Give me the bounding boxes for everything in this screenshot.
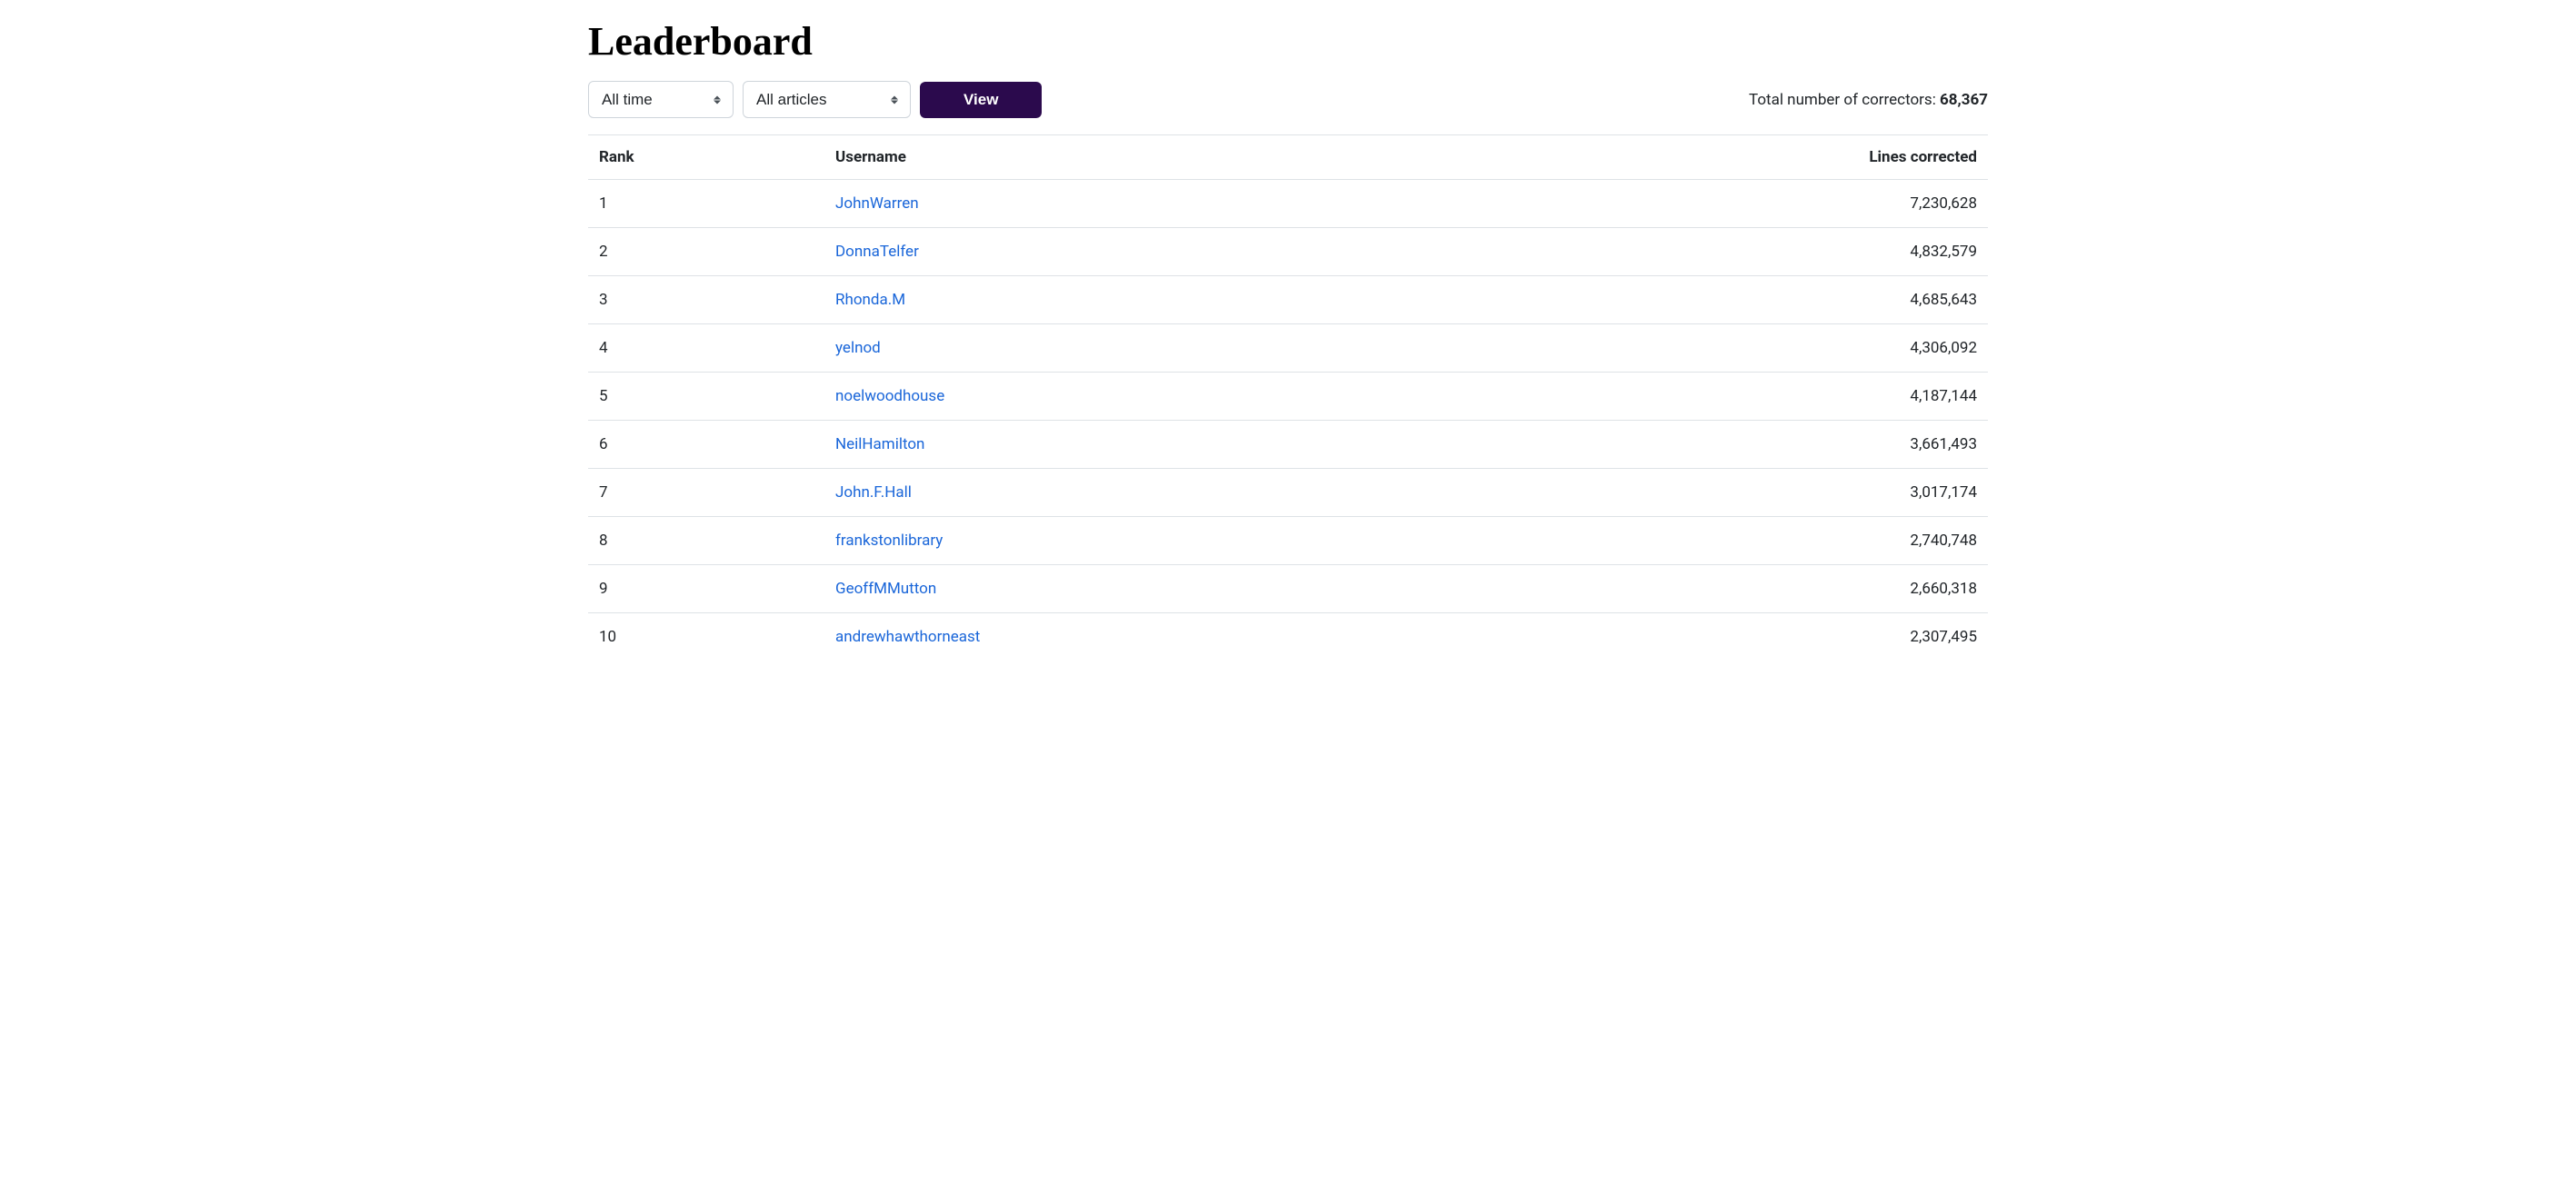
column-lines: Lines corrected <box>1479 135 1988 180</box>
lines-cell: 2,307,495 <box>1479 613 1988 661</box>
total-count: 68,367 <box>1940 91 1988 109</box>
username-cell: GeoffMMutton <box>824 565 1479 613</box>
username-cell: NeilHamilton <box>824 421 1479 469</box>
rank-cell: 2 <box>588 228 824 276</box>
username-cell: JohnWarren <box>824 180 1479 228</box>
lines-cell: 3,017,174 <box>1479 469 1988 517</box>
rank-cell: 1 <box>588 180 824 228</box>
username-cell: noelwoodhouse <box>824 373 1479 421</box>
username-cell: frankstonlibrary <box>824 517 1479 565</box>
table-row: 4 yelnod 4,306,092 <box>588 324 1988 373</box>
table-row: 8 frankstonlibrary 2,740,748 <box>588 517 1988 565</box>
scope-filter-wrapper: All articles <box>743 81 911 118</box>
rank-cell: 8 <box>588 517 824 565</box>
username-link[interactable]: yelnod <box>835 339 881 357</box>
username-link[interactable]: John.F.Hall <box>835 483 912 502</box>
view-button[interactable]: View <box>920 82 1042 118</box>
lines-cell: 4,832,579 <box>1479 228 1988 276</box>
username-link[interactable]: DonnaTelfer <box>835 243 919 261</box>
scope-filter-select[interactable]: All articles <box>743 81 911 118</box>
time-filter-wrapper: All time <box>588 81 734 118</box>
username-link[interactable]: frankstonlibrary <box>835 532 943 550</box>
rank-cell: 9 <box>588 565 824 613</box>
rank-cell: 6 <box>588 421 824 469</box>
table-row: 7 John.F.Hall 3,017,174 <box>588 469 1988 517</box>
table-row: 2 DonnaTelfer 4,832,579 <box>588 228 1988 276</box>
column-username: Username <box>824 135 1479 180</box>
username-cell: DonnaTelfer <box>824 228 1479 276</box>
table-row: 1 JohnWarren 7,230,628 <box>588 180 1988 228</box>
column-rank: Rank <box>588 135 824 180</box>
controls-row: All time All articles View Total numb <box>588 81 1988 118</box>
lines-cell: 4,306,092 <box>1479 324 1988 373</box>
time-filter-select[interactable]: All time <box>588 81 734 118</box>
lines-cell: 7,230,628 <box>1479 180 1988 228</box>
username-link[interactable]: NeilHamilton <box>835 435 924 453</box>
username-cell: andrewhawthorneast <box>824 613 1479 661</box>
lines-cell: 4,187,144 <box>1479 373 1988 421</box>
username-cell: John.F.Hall <box>824 469 1479 517</box>
rank-cell: 7 <box>588 469 824 517</box>
username-cell: Rhonda.M <box>824 276 1479 324</box>
username-link[interactable]: Rhonda.M <box>835 291 905 309</box>
username-link[interactable]: JohnWarren <box>835 194 919 213</box>
username-cell: yelnod <box>824 324 1479 373</box>
lines-cell: 2,660,318 <box>1479 565 1988 613</box>
username-link[interactable]: andrewhawthorneast <box>835 628 980 646</box>
table-row: 10 andrewhawthorneast 2,307,495 <box>588 613 1988 661</box>
table-row: 9 GeoffMMutton 2,660,318 <box>588 565 1988 613</box>
rank-cell: 3 <box>588 276 824 324</box>
username-link[interactable]: noelwoodhouse <box>835 387 944 405</box>
lines-cell: 3,661,493 <box>1479 421 1988 469</box>
table-row: 5 noelwoodhouse 4,187,144 <box>588 373 1988 421</box>
lines-cell: 2,740,748 <box>1479 517 1988 565</box>
rank-cell: 10 <box>588 613 824 661</box>
lines-cell: 4,685,643 <box>1479 276 1988 324</box>
leaderboard-table: Rank Username Lines corrected 1 JohnWarre… <box>588 134 1988 661</box>
controls-left: All time All articles View <box>588 81 1042 118</box>
table-row: 6 NeilHamilton 3,661,493 <box>588 421 1988 469</box>
rank-cell: 5 <box>588 373 824 421</box>
page-title: Leaderboard <box>588 18 1988 65</box>
total-correctors: Total number of correctors: 68,367 <box>1749 91 1988 109</box>
total-label: Total number of correctors: <box>1749 91 1940 109</box>
username-link[interactable]: GeoffMMutton <box>835 580 936 598</box>
table-header-row: Rank Username Lines corrected <box>588 135 1988 180</box>
rank-cell: 4 <box>588 324 824 373</box>
table-row: 3 Rhonda.M 4,685,643 <box>588 276 1988 324</box>
